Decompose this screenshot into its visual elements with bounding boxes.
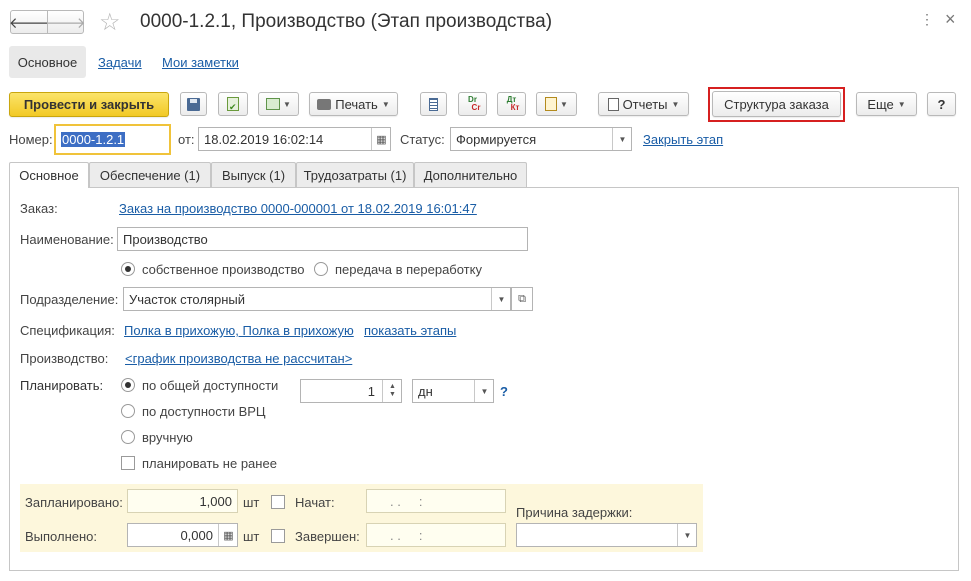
create-based-on-button[interactable]: ▼: [258, 92, 299, 116]
list-icon: [429, 97, 438, 111]
plan-general-radio[interactable]: [121, 378, 135, 392]
date-label: от:: [178, 132, 195, 147]
menu-icon[interactable]: ⋮: [920, 11, 935, 28]
status-label: Статус:: [400, 132, 445, 147]
show-stages-link[interactable]: показать этапы: [364, 323, 456, 338]
nav-tab-main[interactable]: Основное: [9, 46, 86, 78]
post-document-icon: ✔: [227, 97, 239, 112]
open-icon: ⧉: [518, 292, 526, 305]
arrow-left-icon: 🡐: [8, 14, 50, 32]
open-division-button[interactable]: ⧉: [511, 287, 533, 311]
chevron-down-icon[interactable]: ▼: [491, 288, 510, 310]
tab-additional[interactable]: Дополнительно: [414, 162, 527, 187]
arrow-right-icon: 🡒: [45, 14, 86, 32]
plan-manual-radio[interactable]: [121, 430, 135, 444]
post-and-close-button[interactable]: Провести и закрыть: [9, 92, 169, 117]
own-production-radio[interactable]: [121, 262, 135, 276]
nav-tab-tasks[interactable]: Задачи: [98, 55, 142, 70]
attachments-button[interactable]: ▼: [536, 92, 577, 116]
tab-labor[interactable]: Трудозатраты (1): [296, 162, 414, 187]
tab-output[interactable]: Выпуск (1): [211, 162, 296, 187]
floppy-disk-icon: [187, 97, 200, 111]
star-icon[interactable]: ☆: [99, 8, 121, 37]
status-select[interactable]: Формируется ▼: [450, 127, 632, 151]
name-field[interactable]: Производство: [117, 227, 528, 251]
create-based-icon: [266, 98, 281, 110]
division-select[interactable]: Участок столярный ▼: [123, 287, 511, 311]
unit-select[interactable]: дн ▼: [412, 379, 494, 403]
chevron-down-icon[interactable]: ▼: [474, 380, 493, 402]
outsourcing-radio[interactable]: [314, 262, 328, 276]
report-icon: [607, 97, 619, 111]
date-field[interactable]: 18.02.2019 16:02:14 ▦: [198, 127, 391, 151]
more-button[interactable]: Еще ▼: [856, 92, 917, 116]
order-link[interactable]: Заказ на производство 0000-000001 от 18.…: [119, 201, 477, 216]
chevron-down-icon: ▼: [897, 99, 906, 109]
chevron-down-icon: ▼: [671, 99, 680, 109]
tab-main[interactable]: Основное: [9, 162, 89, 188]
stepper-icon[interactable]: ▲ ▼: [382, 380, 401, 402]
window-title: 0000-1.2.1, Производство (Этап производс…: [140, 11, 553, 32]
production-schedule-link[interactable]: <график производства не рассчитан>: [125, 351, 352, 366]
calculator-icon[interactable]: ▦: [218, 524, 237, 546]
forward-button[interactable]: 🡒: [45, 10, 86, 34]
number-label: Номер:: [9, 132, 53, 147]
plan-wc-radio[interactable]: [121, 404, 135, 418]
nav-tab-notes[interactable]: Мои заметки: [162, 55, 239, 70]
chevron-down-icon: ▼: [560, 99, 568, 109]
dr-cr-button[interactable]: Dr Cr: [458, 92, 487, 116]
calendar-icon[interactable]: ▦: [371, 128, 390, 150]
unit-help-icon[interactable]: ?: [500, 384, 508, 399]
tab-supply[interactable]: Обеспечение (1): [89, 162, 211, 187]
finished-checkbox[interactable]: [271, 529, 285, 543]
close-icon[interactable]: ×: [945, 9, 956, 30]
delay-reason-select[interactable]: ▼: [516, 523, 697, 547]
started-checkbox[interactable]: [271, 495, 285, 509]
document-clock-icon: [545, 97, 558, 111]
chevron-down-icon: ▼: [381, 99, 390, 109]
order-structure-button[interactable]: Структура заказа: [712, 91, 841, 117]
chevron-down-icon[interactable]: ▼: [677, 524, 696, 546]
save-button[interactable]: [180, 92, 207, 116]
duration-field[interactable]: 1 ▲ ▼: [300, 379, 402, 403]
plan-not-earlier-checkbox[interactable]: [121, 456, 135, 470]
close-stage-link[interactable]: Закрыть этап: [643, 132, 723, 147]
chevron-down-icon: ▼: [283, 99, 291, 109]
done-field[interactable]: 0,000 ▦: [127, 523, 238, 547]
chevron-down-icon[interactable]: ▼: [612, 128, 631, 150]
back-button[interactable]: 🡐: [8, 10, 50, 34]
post-button[interactable]: ✔: [218, 92, 248, 116]
printer-icon: [317, 98, 332, 110]
help-button[interactable]: ?: [927, 92, 956, 116]
list-button[interactable]: [420, 92, 447, 116]
number-field[interactable]: 0000-1.2.1: [54, 124, 171, 155]
print-button[interactable]: Печать ▼: [309, 92, 398, 116]
spec-link[interactable]: Полка в прихожую, Полка в прихожую: [124, 323, 354, 338]
reports-button[interactable]: Отчеты ▼: [598, 92, 689, 116]
dt-kt-button[interactable]: Дт Кт: [497, 92, 526, 116]
